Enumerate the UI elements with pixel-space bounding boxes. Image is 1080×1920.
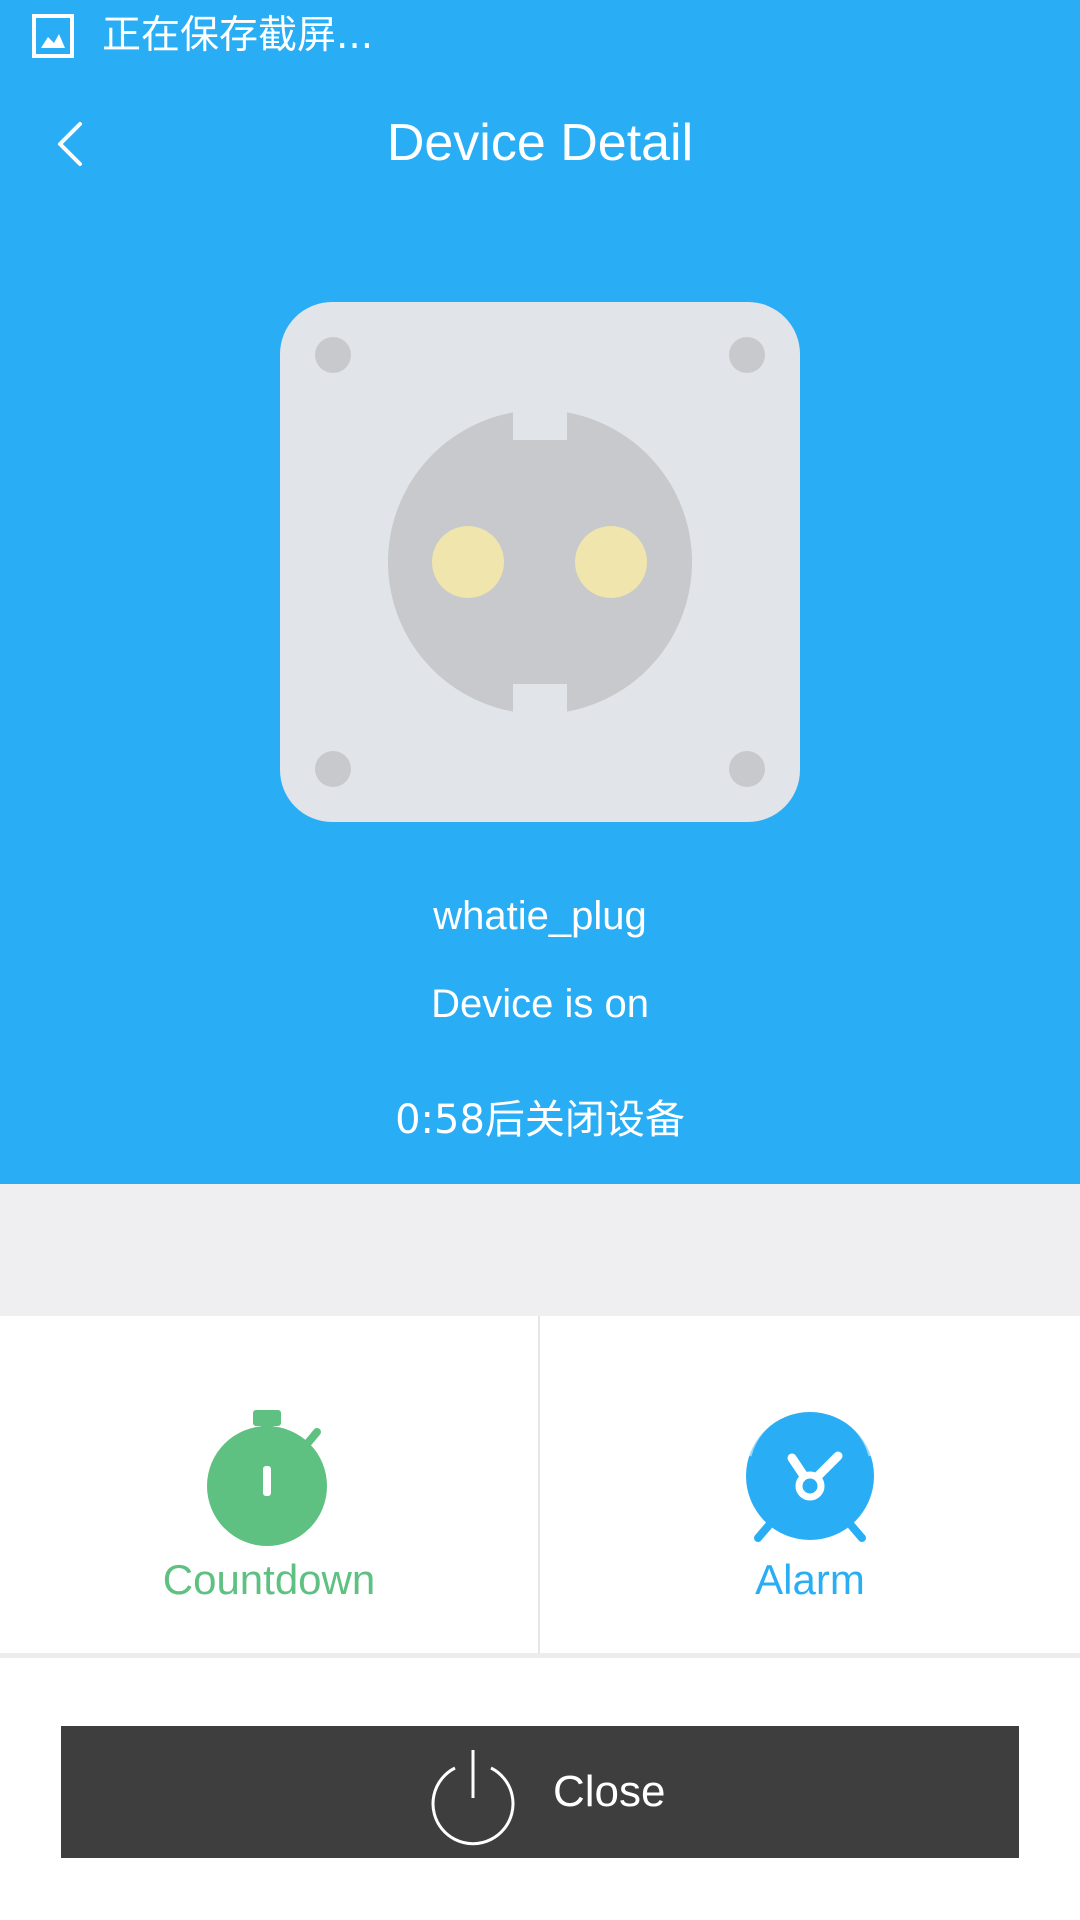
screenshot-icon (32, 14, 74, 58)
countdown-button[interactable]: Countdown (0, 1316, 540, 1653)
alarm-label: Alarm (755, 1556, 865, 1603)
close-label: Close (553, 1767, 666, 1816)
countdown-status: 0:58后关闭设备 (395, 1097, 685, 1143)
alarm-button[interactable]: Alarm (540, 1316, 1080, 1653)
status-notification-text: 正在保存截屏... (102, 13, 374, 58)
status-bar: 正在保存截屏... (0, 0, 1080, 72)
device-header: Device Detail whatie_plug Device is on 0… (0, 72, 1080, 1184)
stopwatch-icon (207, 1410, 327, 1546)
page-title: Device Detail (386, 114, 694, 172)
power-icon (431, 1750, 515, 1846)
device-name: whatie_plug (433, 894, 647, 938)
section-divider (0, 1184, 1080, 1316)
action-panel: Countdown Alarm (0, 1316, 1080, 1658)
alarm-clock-icon (746, 1408, 874, 1542)
close-button[interactable]: Close (61, 1726, 1019, 1858)
countdown-label: Countdown (162, 1556, 376, 1603)
device-status: Device is on (431, 982, 649, 1026)
power-socket-icon (280, 302, 800, 822)
